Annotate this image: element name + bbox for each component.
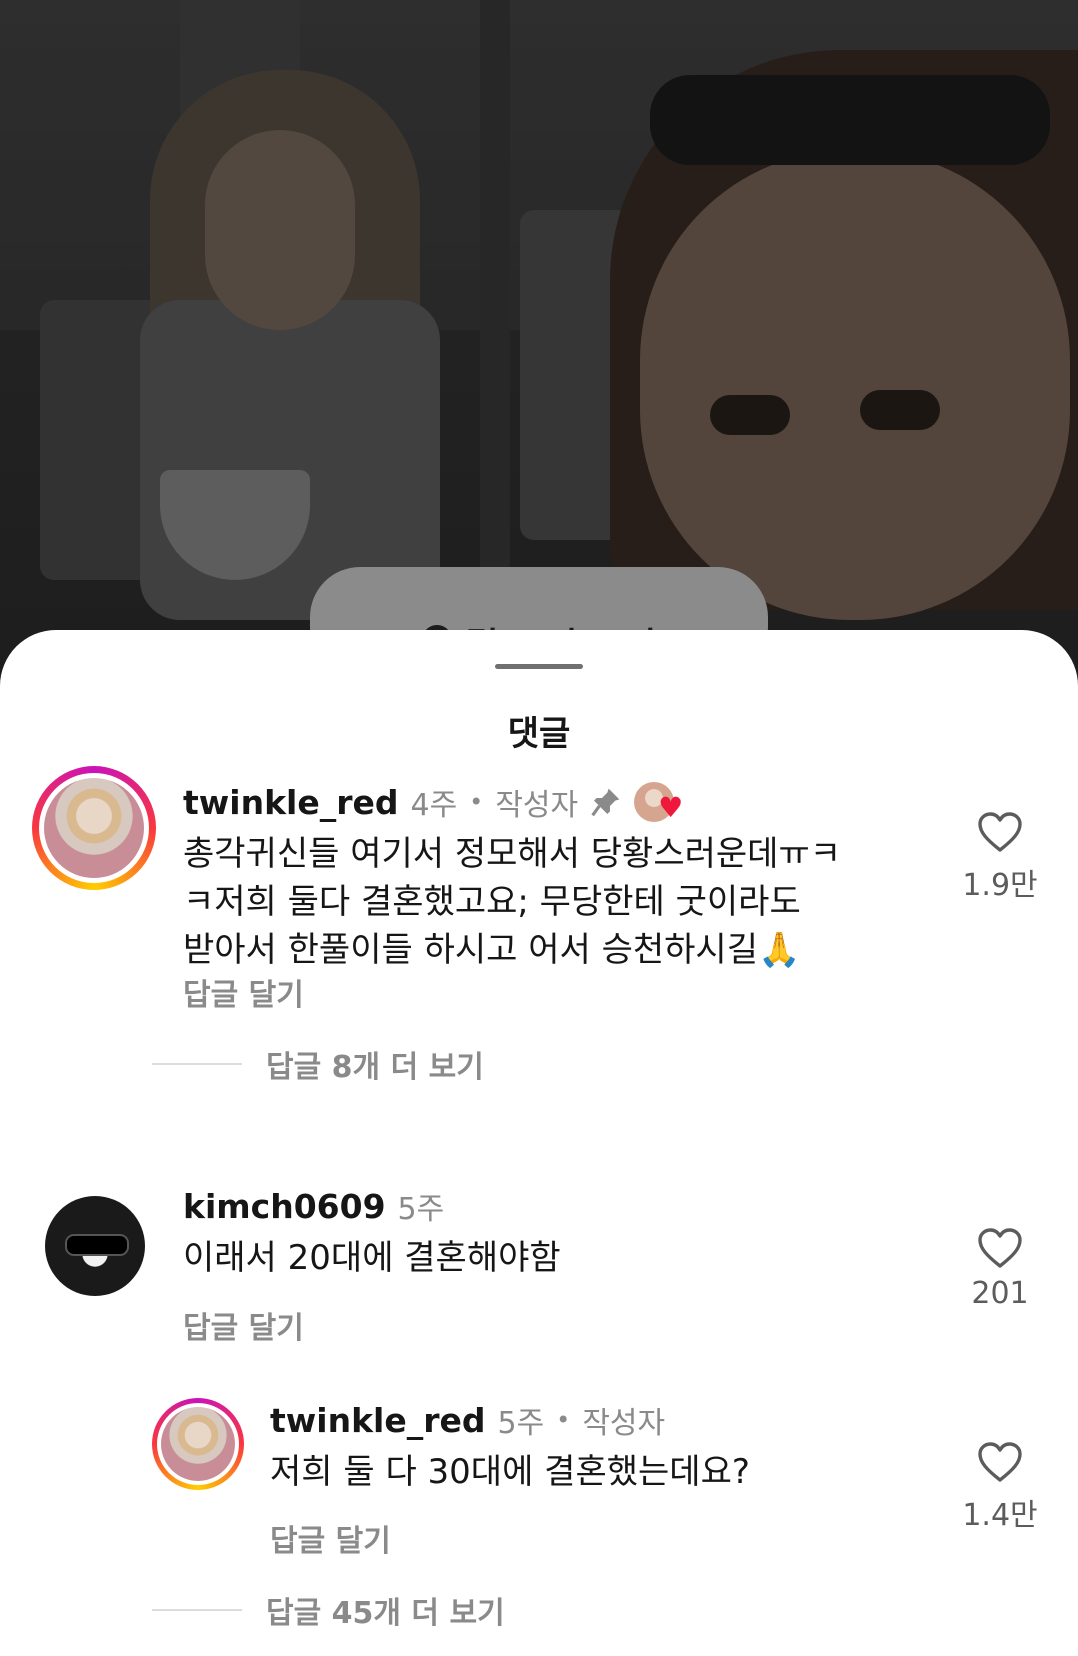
comment-username[interactable]: twinkle_red — [183, 783, 398, 822]
reply-button[interactable]: 답글 달기 — [183, 1303, 304, 1347]
avatar[interactable] — [45, 1196, 145, 1296]
comment-username[interactable]: twinkle_red — [270, 1401, 485, 1440]
comment-meta: twinkle_red 5주 • 작성자 — [270, 1398, 665, 1442]
like-count: 1.9만 — [962, 868, 1038, 903]
comment-text: 저희 둘 다 30대에 결혼했는데요? — [270, 1452, 750, 1492]
author-tag: 작성자 — [495, 788, 579, 823]
heart-icon — [978, 1442, 1022, 1482]
like-count: 201 — [971, 1276, 1029, 1311]
heart-icon — [978, 1228, 1022, 1268]
like-button[interactable]: 201 — [945, 1226, 1055, 1311]
comment-meta: twinkle_red 4주 • 작성자 ♥ — [183, 780, 694, 824]
comment-time: 5주 — [497, 1406, 545, 1441]
avatar[interactable] — [32, 766, 156, 890]
like-button[interactable]: 1.4만 — [945, 1440, 1055, 1534]
pin-icon — [591, 788, 620, 817]
view-replies-label: 답글 8개 더 보기 — [266, 1050, 484, 1085]
comment-time: 5주 — [397, 1192, 445, 1227]
comment-time: 4주 — [410, 788, 458, 823]
heart-icon — [978, 812, 1022, 852]
like-button[interactable]: 1.9만 — [945, 810, 1055, 904]
view-replies-label: 답글 45개 더 보기 — [266, 1596, 505, 1631]
drag-handle[interactable] — [495, 664, 583, 669]
avatar[interactable] — [152, 1398, 244, 1490]
comment-text: 이래서 20대에 결혼해야함 — [183, 1238, 561, 1278]
divider-line — [152, 1609, 242, 1611]
divider-line — [152, 1063, 242, 1065]
creator-liked-icon: ♥ — [634, 782, 694, 822]
view-replies-button[interactable]: 답글 45개 더 보기 — [152, 1588, 505, 1632]
like-count: 1.4만 — [962, 1498, 1038, 1533]
separator-dot: • — [556, 1406, 571, 1434]
separator-dot: • — [469, 788, 484, 816]
comment-text: 총각귀신들 여기서 정모해서 당황스러운데ㅠㅋ ㅋ저희 둘다 결혼했고요; 무당… — [183, 834, 842, 970]
comment-username[interactable]: kimch0609 — [183, 1187, 386, 1226]
author-tag: 작성자 — [582, 1406, 666, 1441]
view-replies-button[interactable]: 답글 8개 더 보기 — [152, 1042, 484, 1086]
reply-button[interactable]: 답글 달기 — [270, 1516, 391, 1560]
comment-meta: kimch0609 5주 — [183, 1184, 444, 1228]
reply-button[interactable]: 답글 달기 — [183, 970, 304, 1014]
comments-sheet: 댓글 twinkle_red 4주 • 작성자 ♥ 총각귀신들 여기서 정모해서… — [0, 630, 1078, 1656]
sheet-title: 댓글 — [507, 714, 571, 754]
